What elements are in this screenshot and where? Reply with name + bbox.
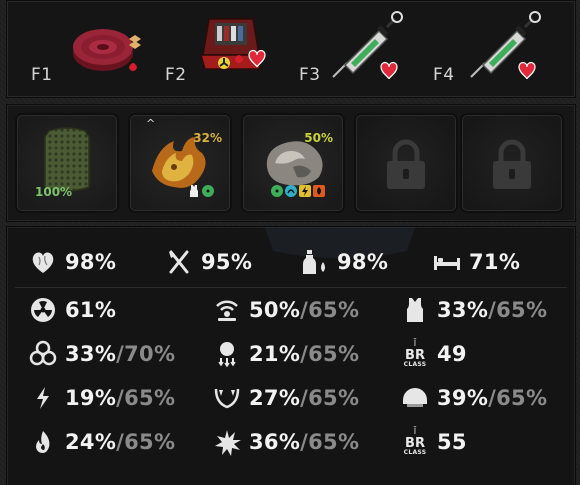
- burn-value: 24%: [65, 430, 117, 454]
- thirst-stat: 98%: [301, 247, 388, 277]
- water-bottle-icon: [301, 248, 329, 276]
- explosion-resistance-stat: 36%/65%: [213, 427, 359, 457]
- helmet-armor-class-stat: Ī BR CLASS 55: [401, 427, 467, 457]
- armor-class-badge-icon: Ī BR CLASS: [403, 339, 427, 368]
- chevron-up-icon: ^: [146, 117, 156, 130]
- biohazard-icon: [29, 340, 57, 368]
- radiation-icon: [271, 185, 283, 197]
- explosion-icon: [213, 428, 241, 456]
- bed-icon: [433, 248, 461, 276]
- helmet-armor-stat: 39%/65%: [401, 383, 547, 413]
- stats-panel: 98% 95% 98% 71% 61% 33% /70% 19% /65% 24…: [6, 226, 576, 485]
- syringe-icon: [332, 11, 403, 80]
- electric-resistance-stat: 19%/65%: [29, 383, 175, 413]
- artifact-value-label: 32%: [193, 131, 222, 145]
- explosion-max: /65%: [300, 430, 360, 454]
- biological-resistance-stat: 33%/70%: [29, 339, 175, 369]
- quick-slots-bar: F1 F2 F3 F4: [6, 0, 576, 98]
- bandage-roll-icon: [73, 29, 141, 71]
- locked-artifact-slot-2: [460, 113, 564, 213]
- body-armor-max: /65%: [488, 298, 548, 322]
- flame-icon: [29, 428, 57, 456]
- body-armor-class-value: 49: [437, 342, 467, 366]
- syringe-icon: [470, 11, 541, 80]
- electric-value: 19%: [65, 386, 117, 410]
- lock-icon: [387, 139, 425, 189]
- bite-resistance-stat: 27%/65%: [213, 383, 359, 413]
- artifact-slot-1[interactable]: ^ 32%: [128, 113, 232, 213]
- artifact-value-label: 50%: [304, 131, 333, 145]
- radiation-icon: [29, 296, 57, 324]
- gravity-value: 21%: [249, 342, 301, 366]
- quick-slot-f1[interactable]: F1: [17, 1, 151, 97]
- gravity-resistance-stat: 21%/65%: [213, 339, 359, 369]
- artifact-slot-2[interactable]: 50%: [241, 113, 345, 213]
- helmet-armor-max: /65%: [488, 386, 548, 410]
- burn-max: /65%: [116, 430, 176, 454]
- gravity-max: /65%: [300, 342, 360, 366]
- gravity-icon: [213, 340, 241, 368]
- inventory-panel: F1 F2 F3 F4 100% ^ 32% 50% 98% 95% 98% 7…: [0, 0, 580, 485]
- burn-resistance-stat: 24%/65%: [29, 427, 175, 457]
- psi-value: 50%: [249, 298, 301, 322]
- quick-slot-f3[interactable]: F3: [285, 1, 419, 97]
- quick-slot-f4[interactable]: F4: [419, 1, 553, 97]
- armor-plate-slot[interactable]: 100%: [15, 113, 119, 213]
- health-value: 98%: [65, 250, 117, 274]
- psi-wave-icon: [213, 296, 241, 324]
- sleep-value: 71%: [469, 250, 521, 274]
- hotkey-label: F4: [433, 65, 455, 85]
- body-armor-stat: 33%/65%: [401, 295, 547, 325]
- locked-artifact-slot-1: [354, 113, 458, 213]
- explosion-value: 36%: [249, 430, 301, 454]
- lightning-icon: [29, 384, 57, 412]
- bite-value: 27%: [249, 386, 301, 410]
- armor-class-badge-icon: Ī BR CLASS: [403, 427, 427, 456]
- heart-icon: [29, 248, 57, 276]
- burn-icon: [313, 185, 325, 197]
- armor-plate-icon: [44, 127, 90, 192]
- medkit-icon: [200, 18, 266, 70]
- psi-resistance-stat: 50%/65%: [213, 295, 359, 325]
- psi-max: /65%: [300, 298, 360, 322]
- lock-icon: [493, 139, 531, 189]
- radiation-resistance-stat: 61%: [29, 295, 116, 325]
- quick-slot-f2[interactable]: F2: [151, 1, 285, 97]
- body-armor-icon: [401, 296, 429, 324]
- electric-max: /65%: [116, 386, 176, 410]
- biological-max: /70%: [116, 342, 176, 366]
- body-armor-class-stat: Ī BR CLASS 49: [401, 339, 467, 369]
- health-stat: 98%: [29, 247, 116, 277]
- helmet-armor-class-value: 55: [437, 430, 467, 454]
- hotkey-label: F3: [299, 65, 321, 85]
- body-armor-icon: [190, 185, 198, 197]
- helmet-armor-value: 39%: [437, 386, 489, 410]
- radiation-value: 61%: [65, 298, 117, 322]
- hunger-stat: 95%: [165, 247, 252, 277]
- helmet-icon: [401, 384, 429, 412]
- body-armor-value: 33%: [437, 298, 489, 322]
- psi-icon: [285, 185, 297, 197]
- hunger-value: 95%: [201, 250, 253, 274]
- radiation-icon: [202, 185, 214, 197]
- fork-knife-icon: [165, 248, 193, 276]
- fang-bite-icon: [213, 384, 241, 412]
- biological-value: 33%: [65, 342, 117, 366]
- hotkey-label: F1: [31, 65, 53, 85]
- hotkey-label: F2: [165, 65, 187, 85]
- bite-max: /65%: [300, 386, 360, 410]
- thirst-value: 98%: [337, 250, 389, 274]
- divider: [15, 287, 567, 288]
- durability-label: 100%: [35, 185, 73, 199]
- sleep-stat: 71%: [433, 247, 520, 277]
- electric-icon: [299, 185, 311, 197]
- equipment-slots: 100% ^ 32% 50%: [6, 104, 576, 222]
